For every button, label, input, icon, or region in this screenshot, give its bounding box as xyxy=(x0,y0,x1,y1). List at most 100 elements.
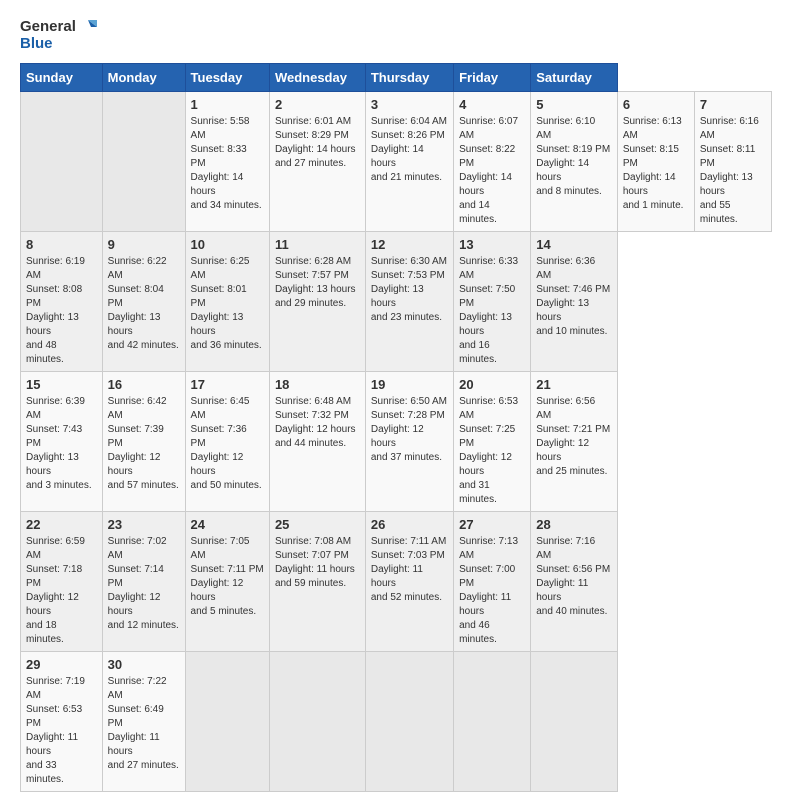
cell-line: Daylight: 11 hours xyxy=(459,591,525,619)
table-row: 10Sunrise: 6:25 AMSunset: 8:01 PMDayligh… xyxy=(185,231,269,371)
cell-line: Sunrise: 6:48 AM xyxy=(275,395,360,409)
cell-line: Sunrise: 7:13 AM xyxy=(459,535,525,563)
cell-line: and 55 minutes. xyxy=(700,199,766,227)
cell-line: and 57 minutes. xyxy=(108,479,180,493)
cell-line: and 42 minutes. xyxy=(108,339,180,353)
cell-line: Daylight: 13 hours xyxy=(371,283,448,311)
cell-line: and 46 minutes. xyxy=(459,619,525,647)
cell-line: Sunrise: 6:42 AM xyxy=(108,395,180,423)
cell-line: Sunset: 7:21 PM xyxy=(536,423,612,437)
cell-line: Sunrise: 6:22 AM xyxy=(108,255,180,283)
cell-line: Sunset: 7:50 PM xyxy=(459,283,525,311)
cell-line: Daylight: 12 hours xyxy=(371,423,448,451)
day-number: 1 xyxy=(191,96,264,114)
cell-line: and 29 minutes. xyxy=(275,297,360,311)
cell-line: Sunrise: 6:04 AM xyxy=(371,115,448,129)
table-row: 25Sunrise: 7:08 AMSunset: 7:07 PMDayligh… xyxy=(269,512,365,652)
table-row: 7Sunrise: 6:16 AMSunset: 8:11 PMDaylight… xyxy=(694,91,771,231)
cell-line: Sunrise: 6:25 AM xyxy=(191,255,264,283)
cell-line: Sunrise: 6:53 AM xyxy=(459,395,525,423)
cell-line: Daylight: 14 hours xyxy=(459,171,525,199)
col-header-friday: Friday xyxy=(454,63,531,91)
cell-line: Daylight: 13 hours xyxy=(700,171,766,199)
day-number: 16 xyxy=(108,376,180,394)
cell-line: and 31 minutes. xyxy=(459,479,525,507)
table-row: 23Sunrise: 7:02 AMSunset: 7:14 PMDayligh… xyxy=(102,512,185,652)
day-number: 8 xyxy=(26,236,97,254)
logo: General Blue xyxy=(20,18,97,53)
cell-line: and 44 minutes. xyxy=(275,437,360,451)
cell-line: Daylight: 11 hours xyxy=(275,563,360,577)
table-row: 18Sunrise: 6:48 AMSunset: 7:32 PMDayligh… xyxy=(269,371,365,511)
day-number: 6 xyxy=(623,96,689,114)
cell-line: Daylight: 13 hours xyxy=(459,311,525,339)
cell-line: Sunrise: 6:59 AM xyxy=(26,535,97,563)
table-row: 8Sunrise: 6:19 AMSunset: 8:08 PMDaylight… xyxy=(21,231,103,371)
cell-line: Sunrise: 6:30 AM xyxy=(371,255,448,269)
cell-line: Daylight: 14 hours xyxy=(536,157,612,185)
cell-line: Sunset: 8:15 PM xyxy=(623,143,689,171)
cell-line: Sunset: 7:43 PM xyxy=(26,423,97,451)
day-number: 28 xyxy=(536,516,612,534)
cell-line: Sunrise: 6:50 AM xyxy=(371,395,448,409)
cell-line: Sunrise: 6:39 AM xyxy=(26,395,97,423)
day-number: 11 xyxy=(275,236,360,254)
table-row: 12Sunrise: 6:30 AMSunset: 7:53 PMDayligh… xyxy=(365,231,453,371)
day-number: 12 xyxy=(371,236,448,254)
table-row xyxy=(102,91,185,231)
cell-line: and 5 minutes. xyxy=(191,605,264,619)
cell-line: Daylight: 11 hours xyxy=(536,577,612,605)
cell-line: Daylight: 11 hours xyxy=(26,731,97,759)
cell-line: Sunrise: 7:02 AM xyxy=(108,535,180,563)
cell-line: and 27 minutes. xyxy=(108,759,180,773)
table-row: 28Sunrise: 7:16 AMSunset: 6:56 PMDayligh… xyxy=(531,512,618,652)
cell-line: Sunrise: 6:13 AM xyxy=(623,115,689,143)
logo-general: General xyxy=(20,19,76,36)
table-row: 27Sunrise: 7:13 AMSunset: 7:00 PMDayligh… xyxy=(454,512,531,652)
cell-line: Sunrise: 6:28 AM xyxy=(275,255,360,269)
cell-line: Daylight: 13 hours xyxy=(191,311,264,339)
day-number: 10 xyxy=(191,236,264,254)
table-row: 4Sunrise: 6:07 AMSunset: 8:22 PMDaylight… xyxy=(454,91,531,231)
cell-line: and 36 minutes. xyxy=(191,339,264,353)
day-number: 15 xyxy=(26,376,97,394)
cell-line: Daylight: 14 hours xyxy=(623,171,689,199)
day-number: 27 xyxy=(459,516,525,534)
cell-line: Daylight: 12 hours xyxy=(275,423,360,437)
cell-line: Sunrise: 7:22 AM xyxy=(108,675,180,703)
cell-line: and 1 minute. xyxy=(623,199,689,213)
table-row xyxy=(365,652,453,792)
table-row: 20Sunrise: 6:53 AMSunset: 7:25 PMDayligh… xyxy=(454,371,531,511)
cell-line: Sunrise: 6:45 AM xyxy=(191,395,264,423)
cell-line: and 10 minutes. xyxy=(536,325,612,339)
cell-line: Sunset: 8:08 PM xyxy=(26,283,97,311)
day-number: 9 xyxy=(108,236,180,254)
cell-line: Sunrise: 7:05 AM xyxy=(191,535,264,563)
cell-line: Sunrise: 7:08 AM xyxy=(275,535,360,549)
cell-line: and 59 minutes. xyxy=(275,577,360,591)
cell-line: Sunset: 7:11 PM xyxy=(191,563,264,577)
cell-line: and 27 minutes. xyxy=(275,157,360,171)
cell-line: Daylight: 13 hours xyxy=(26,451,97,479)
table-row: 29Sunrise: 7:19 AMSunset: 6:53 PMDayligh… xyxy=(21,652,103,792)
cell-line: Sunset: 7:03 PM xyxy=(371,549,448,563)
cell-line: Sunset: 7:07 PM xyxy=(275,549,360,563)
cell-line: Daylight: 14 hours xyxy=(275,143,360,157)
cell-line: Sunset: 7:53 PM xyxy=(371,269,448,283)
table-row xyxy=(185,652,269,792)
day-number: 5 xyxy=(536,96,612,114)
cell-line: Sunset: 7:46 PM xyxy=(536,283,612,297)
cell-line: Sunset: 6:56 PM xyxy=(536,563,612,577)
cell-line: Sunrise: 7:11 AM xyxy=(371,535,448,549)
cell-line: and 52 minutes. xyxy=(371,591,448,605)
cell-line: Sunrise: 6:16 AM xyxy=(700,115,766,143)
col-header-sunday: Sunday xyxy=(21,63,103,91)
cell-line: Sunset: 7:28 PM xyxy=(371,409,448,423)
cell-line: and 16 minutes. xyxy=(459,339,525,367)
table-row: 19Sunrise: 6:50 AMSunset: 7:28 PMDayligh… xyxy=(365,371,453,511)
day-number: 17 xyxy=(191,376,264,394)
table-row xyxy=(531,652,618,792)
table-row: 1Sunrise: 5:58 AMSunset: 8:33 PMDaylight… xyxy=(185,91,269,231)
cell-line: Sunrise: 6:07 AM xyxy=(459,115,525,143)
table-row: 17Sunrise: 6:45 AMSunset: 7:36 PMDayligh… xyxy=(185,371,269,511)
